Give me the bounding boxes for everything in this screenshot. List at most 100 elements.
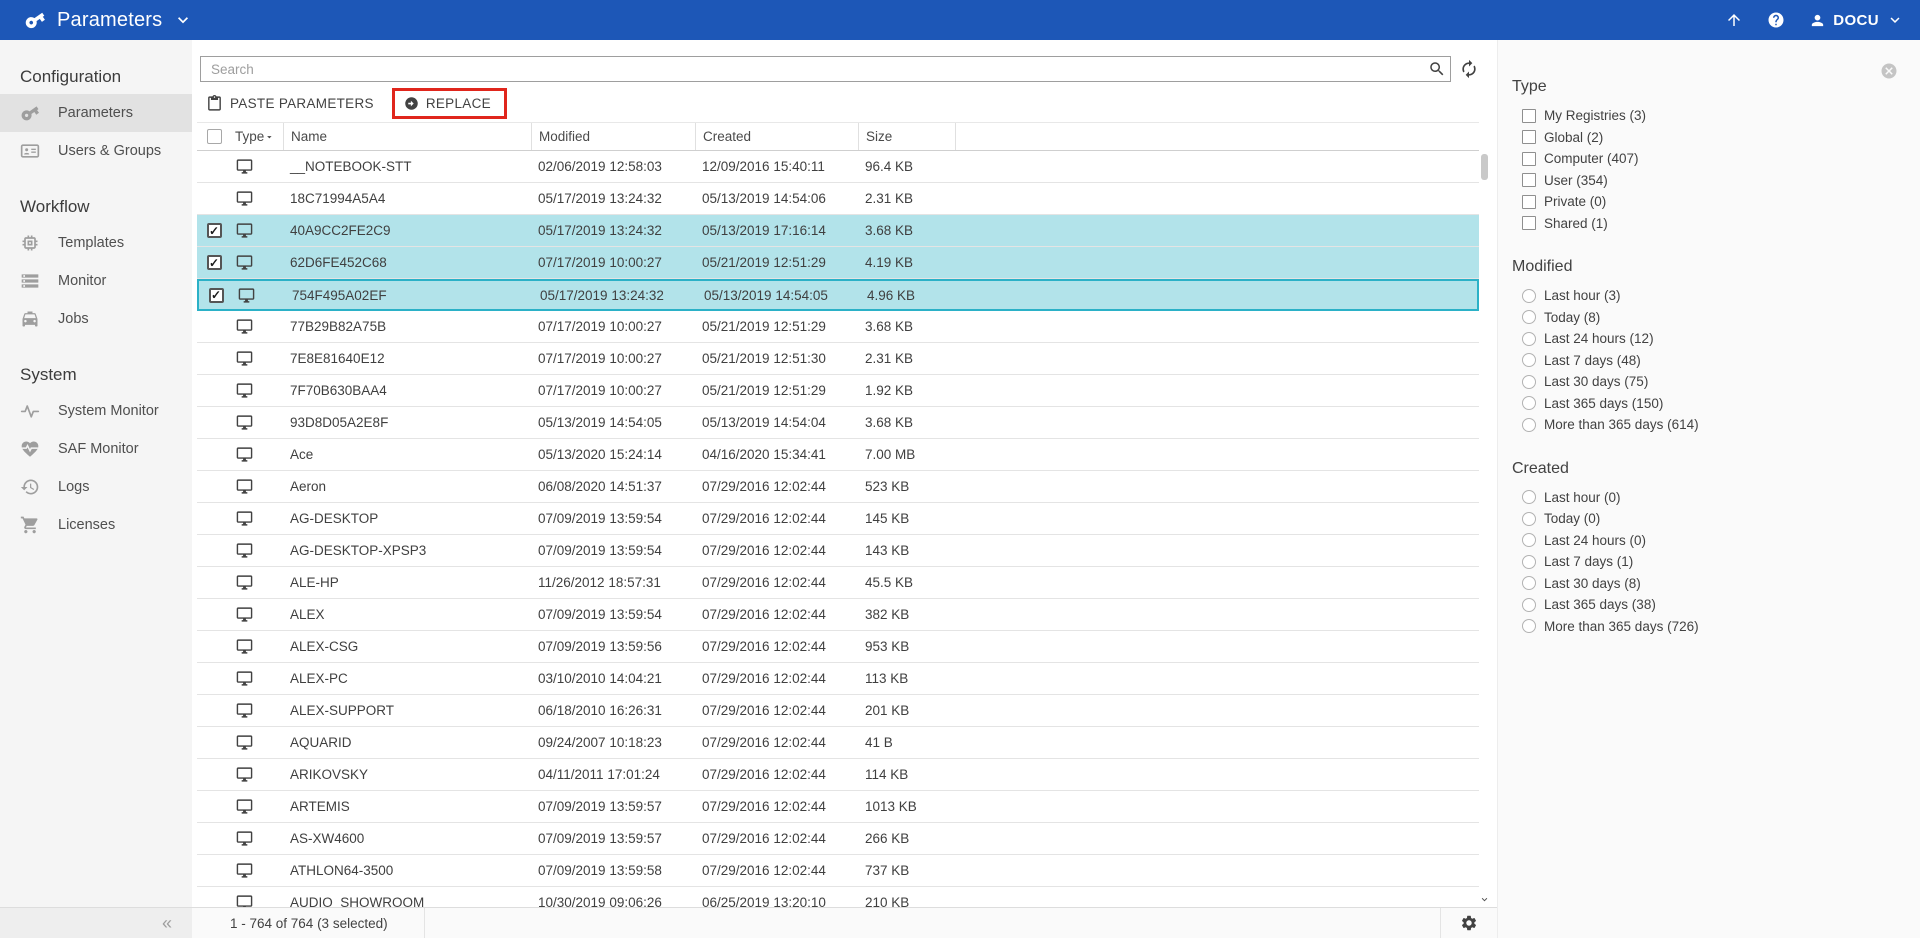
filter-option-today-8[interactable]: Today (8) (1522, 307, 1920, 329)
filter-option-last-30-days-8[interactable]: Last 30 days (8) (1522, 573, 1920, 595)
filter-option-last-24-hours-12[interactable]: Last 24 hours (12) (1522, 328, 1920, 350)
table-row[interactable]: AS-XW460007/09/2019 13:59:5707/29/2016 1… (197, 823, 1479, 855)
table-row[interactable]: ✓754F495A02EF05/17/2019 13:24:3205/13/20… (197, 279, 1479, 311)
sidebar-item-monitor[interactable]: Monitor (0, 262, 192, 300)
table-row[interactable]: ALEX07/09/2019 13:59:5407/29/2016 12:02:… (197, 599, 1479, 631)
radio-icon[interactable] (1522, 289, 1536, 303)
table-row[interactable]: 7F70B630BAA407/17/2019 10:00:2705/21/201… (197, 375, 1479, 407)
table-row[interactable]: Aeron06/08/2020 14:51:3707/29/2016 12:02… (197, 471, 1479, 503)
radio-icon[interactable] (1522, 576, 1536, 590)
table-row[interactable]: ARTEMIS07/09/2019 13:59:5707/29/2016 12:… (197, 791, 1479, 823)
row-checkbox[interactable]: ✓ (207, 223, 222, 238)
scrollbar-down-icon[interactable] (1479, 894, 1490, 905)
help-icon[interactable] (1767, 11, 1785, 29)
radio-icon[interactable] (1522, 619, 1536, 633)
paste-parameters-button[interactable]: PASTE PARAMETERS (200, 91, 380, 116)
row-type-cell (231, 190, 283, 207)
search-input[interactable] (201, 62, 1424, 77)
radio-icon[interactable] (1522, 353, 1536, 367)
filter-option-last-hour-3[interactable]: Last hour (3) (1522, 285, 1920, 307)
row-checkbox[interactable]: ✓ (209, 288, 224, 303)
caret-down-icon[interactable] (264, 130, 275, 144)
row-checkbox[interactable]: ✓ (207, 255, 222, 270)
column-header-created[interactable]: Created (695, 123, 858, 150)
filter-option-global-2[interactable]: Global (2) (1522, 127, 1920, 149)
checkbox-icon[interactable] (1522, 109, 1536, 123)
table-row[interactable]: ✓40A9CC2FE2C905/17/2019 13:24:3205/13/20… (197, 215, 1479, 247)
filter-option-more-than-365-days-614[interactable]: More than 365 days (614) (1522, 414, 1920, 436)
table-row[interactable]: __NOTEBOOK-STT02/06/2019 12:58:0312/09/2… (197, 151, 1479, 183)
table-settings-button[interactable] (1440, 908, 1497, 938)
filter-option-last-24-hours-0[interactable]: Last 24 hours (0) (1522, 530, 1920, 552)
refresh-icon[interactable] (1459, 59, 1479, 79)
table-row[interactable]: ALEX-PC03/10/2010 14:04:2107/29/2016 12:… (197, 663, 1479, 695)
filter-option-last-30-days-75[interactable]: Last 30 days (75) (1522, 371, 1920, 393)
table-row[interactable]: 7E8E81640E1207/17/2019 10:00:2705/21/201… (197, 343, 1479, 375)
table-row[interactable]: Ace05/13/2020 15:24:1404/16/2020 15:34:4… (197, 439, 1479, 471)
sidebar-collapse-button[interactable]: « (0, 907, 192, 938)
checkbox-icon[interactable] (1522, 195, 1536, 209)
table-row[interactable]: AG-DESKTOP07/09/2019 13:59:5407/29/2016 … (197, 503, 1479, 535)
column-header-modified[interactable]: Modified (531, 123, 695, 150)
filter-option-shared-1[interactable]: Shared (1) (1522, 213, 1920, 235)
select-all-checkbox[interactable] (207, 129, 222, 144)
column-header-name[interactable]: Name (283, 123, 531, 150)
user-menu[interactable]: DOCU (1809, 11, 1904, 29)
checkbox-icon[interactable] (1522, 173, 1536, 187)
checkbox-icon[interactable] (1522, 216, 1536, 230)
radio-icon[interactable] (1522, 332, 1536, 346)
filter-option-more-than-365-days-726[interactable]: More than 365 days (726) (1522, 616, 1920, 638)
sidebar-item-system-monitor[interactable]: System Monitor (0, 392, 192, 430)
radio-icon[interactable] (1522, 310, 1536, 324)
search-icon[interactable] (1424, 60, 1450, 78)
table-row[interactable]: ATHLON64-350007/09/2019 13:59:5807/29/20… (197, 855, 1479, 887)
radio-icon[interactable] (1522, 490, 1536, 504)
radio-icon[interactable] (1522, 533, 1536, 547)
table-row[interactable]: AG-DESKTOP-XPSP307/09/2019 13:59:5407/29… (197, 535, 1479, 567)
sidebar-item-jobs[interactable]: Jobs (0, 300, 192, 338)
table-row[interactable]: ALEX-SUPPORT06/18/2010 16:26:3107/29/201… (197, 695, 1479, 727)
sidebar-item-users-groups[interactable]: Users & Groups (0, 132, 192, 170)
table-row[interactable]: AUDIO_SHOWROOM10/30/2019 09:06:2606/25/2… (197, 887, 1479, 907)
radio-icon[interactable] (1522, 418, 1536, 432)
radio-icon[interactable] (1522, 598, 1536, 612)
radio-icon[interactable] (1522, 375, 1536, 389)
radio-icon[interactable] (1522, 512, 1536, 526)
table-row[interactable]: 93D8D05A2E8F05/13/2019 14:54:0505/13/201… (197, 407, 1479, 439)
filter-option-today-0[interactable]: Today (0) (1522, 508, 1920, 530)
table-row[interactable]: 77B29B82A75B07/17/2019 10:00:2705/21/201… (197, 311, 1479, 343)
filter-option-my-registries-3[interactable]: My Registries (3) (1522, 105, 1920, 127)
sidebar-item-templates[interactable]: Templates (0, 224, 192, 262)
filter-option-last-365-days-38[interactable]: Last 365 days (38) (1522, 594, 1920, 616)
table-row[interactable]: AQUARID09/24/2007 10:18:2307/29/2016 12:… (197, 727, 1479, 759)
filter-option-last-7-days-1[interactable]: Last 7 days (1) (1522, 551, 1920, 573)
table-row[interactable]: ✓62D6FE452C6807/17/2019 10:00:2705/21/20… (197, 247, 1479, 279)
arrow-up-icon[interactable] (1725, 11, 1743, 29)
filter-option-user-354[interactable]: User (354) (1522, 170, 1920, 192)
chevron-down-icon[interactable] (173, 10, 193, 30)
filter-option-computer-407[interactable]: Computer (407) (1522, 148, 1920, 170)
filter-option-private-0[interactable]: Private (0) (1522, 191, 1920, 213)
sidebar-item-saf-monitor[interactable]: SAF Monitor (0, 430, 192, 468)
sidebar-item-logs[interactable]: Logs (0, 468, 192, 506)
filter-option-last-7-days-48[interactable]: Last 7 days (48) (1522, 350, 1920, 372)
row-type-cell (231, 446, 283, 463)
table-row[interactable]: ALEX-CSG07/09/2019 13:59:5607/29/2016 12… (197, 631, 1479, 663)
sidebar-item-licenses[interactable]: Licenses (0, 506, 192, 544)
replace-button[interactable]: REPLACE (398, 92, 497, 115)
close-icon[interactable] (1880, 62, 1898, 80)
checkbox-icon[interactable] (1522, 152, 1536, 166)
column-header-type[interactable]: Type (231, 123, 283, 150)
radio-icon[interactable] (1522, 555, 1536, 569)
filter-option-last-365-days-150[interactable]: Last 365 days (150) (1522, 393, 1920, 415)
table-scrollbar[interactable] (1479, 151, 1490, 907)
sidebar-item-parameters[interactable]: Parameters (0, 94, 192, 132)
table-row[interactable]: ARIKOVSKY04/11/2011 17:01:2407/29/2016 1… (197, 759, 1479, 791)
filter-option-last-hour-0[interactable]: Last hour (0) (1522, 487, 1920, 509)
column-header-size[interactable]: Size (858, 123, 955, 150)
table-row[interactable]: ALE-HP11/26/2012 18:57:3107/29/2016 12:0… (197, 567, 1479, 599)
table-row[interactable]: 18C71994A5A405/17/2019 13:24:3205/13/201… (197, 183, 1479, 215)
scrollbar-thumb[interactable] (1481, 154, 1488, 180)
radio-icon[interactable] (1522, 396, 1536, 410)
checkbox-icon[interactable] (1522, 130, 1536, 144)
